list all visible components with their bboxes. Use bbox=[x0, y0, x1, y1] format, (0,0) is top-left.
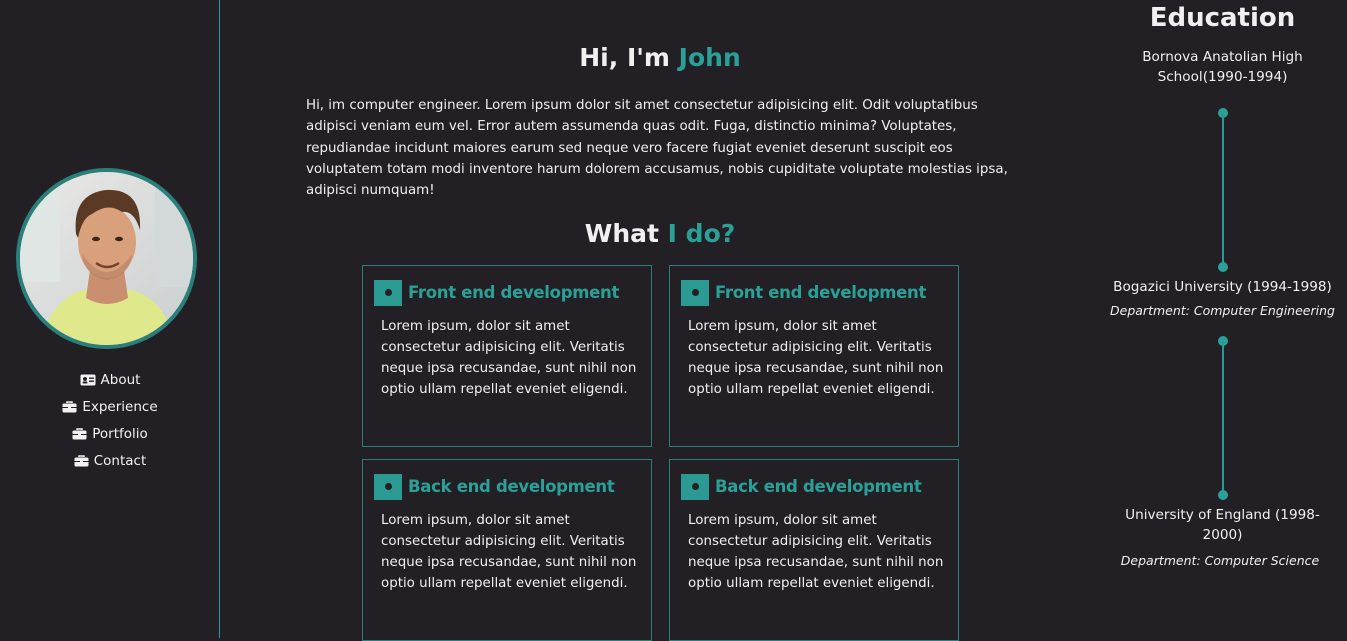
education-title: Education bbox=[1149, 3, 1296, 33]
nav-label-portfolio: Portfolio bbox=[92, 425, 148, 442]
service-card-title: Back end development bbox=[408, 477, 615, 496]
service-card: Front end development Lorem ipsum, dolor… bbox=[669, 265, 959, 447]
services-title-prefix: What bbox=[584, 219, 659, 248]
service-card-text: Lorem ipsum, dolor sit amet consectetur … bbox=[381, 513, 637, 591]
hero-title: Hi, I'm John bbox=[220, 43, 1100, 72]
briefcase-icon bbox=[62, 400, 77, 412]
briefcase-icon bbox=[74, 454, 89, 466]
education-item-name: Bornova Anatolian High School(1990-1994) bbox=[1142, 49, 1303, 85]
profile-photo bbox=[20, 172, 193, 345]
education-item-department: Department: Computer Engineering bbox=[1110, 303, 1335, 318]
bullet-icon bbox=[374, 279, 402, 306]
briefcase-icon bbox=[72, 427, 87, 439]
service-card-text: Lorem ipsum, dolor sit amet consectetur … bbox=[688, 513, 944, 591]
nav-item-about[interactable]: About bbox=[0, 366, 220, 393]
sidebar: About Experience Portfolio Contact bbox=[0, 0, 220, 638]
profile-avatar bbox=[16, 168, 197, 349]
timeline-line bbox=[1222, 341, 1224, 495]
nav-item-experience[interactable]: Experience bbox=[0, 393, 220, 420]
nav-item-portfolio[interactable]: Portfolio bbox=[0, 420, 220, 447]
education-item-name: Bogazici University (1994-1998) bbox=[1113, 279, 1332, 295]
service-card-title: Back end development bbox=[715, 477, 922, 496]
services-title: What I do? bbox=[220, 219, 1100, 248]
bullet-icon bbox=[681, 473, 709, 500]
hero-name: John bbox=[678, 43, 741, 72]
timeline-line bbox=[1222, 113, 1224, 267]
nav-label-contact: Contact bbox=[93, 452, 147, 469]
bullet-icon bbox=[681, 279, 709, 306]
education-item-department: Department: Computer Science bbox=[1120, 553, 1320, 568]
education-item-name: University of England (1998-2000) bbox=[1125, 507, 1320, 543]
intro-paragraph: Hi, im computer engineer. Lorem ipsum do… bbox=[306, 98, 1008, 199]
service-card: Back end development Lorem ipsum, dolor … bbox=[362, 459, 652, 641]
service-card-title: Front end development bbox=[408, 283, 620, 302]
timeline-dot bbox=[1218, 490, 1228, 500]
service-card-text: Lorem ipsum, dolor sit amet consectetur … bbox=[381, 319, 637, 397]
id-card-icon bbox=[80, 374, 96, 385]
service-card: Front end development Lorem ipsum, dolor… bbox=[362, 265, 652, 447]
sidebar-nav: About Experience Portfolio Contact bbox=[0, 366, 220, 474]
service-card-text: Lorem ipsum, dolor sit amet consectetur … bbox=[688, 319, 944, 397]
hero-greeting: Hi, I'm bbox=[579, 43, 670, 72]
bullet-icon bbox=[374, 473, 402, 500]
nav-label-about: About bbox=[100, 371, 141, 388]
nav-item-contact[interactable]: Contact bbox=[0, 447, 220, 474]
services-title-accent: I do? bbox=[667, 219, 736, 248]
service-card: Back end development Lorem ipsum, dolor … bbox=[669, 459, 959, 641]
education-section: Education Bornova Anatolian High School(… bbox=[1095, 0, 1347, 638]
nav-label-experience: Experience bbox=[82, 398, 158, 415]
service-card-title: Front end development bbox=[715, 283, 927, 302]
timeline-dot bbox=[1218, 262, 1228, 272]
main-content: Hi, I'm John Hi, im computer engineer. L… bbox=[220, 0, 1095, 641]
